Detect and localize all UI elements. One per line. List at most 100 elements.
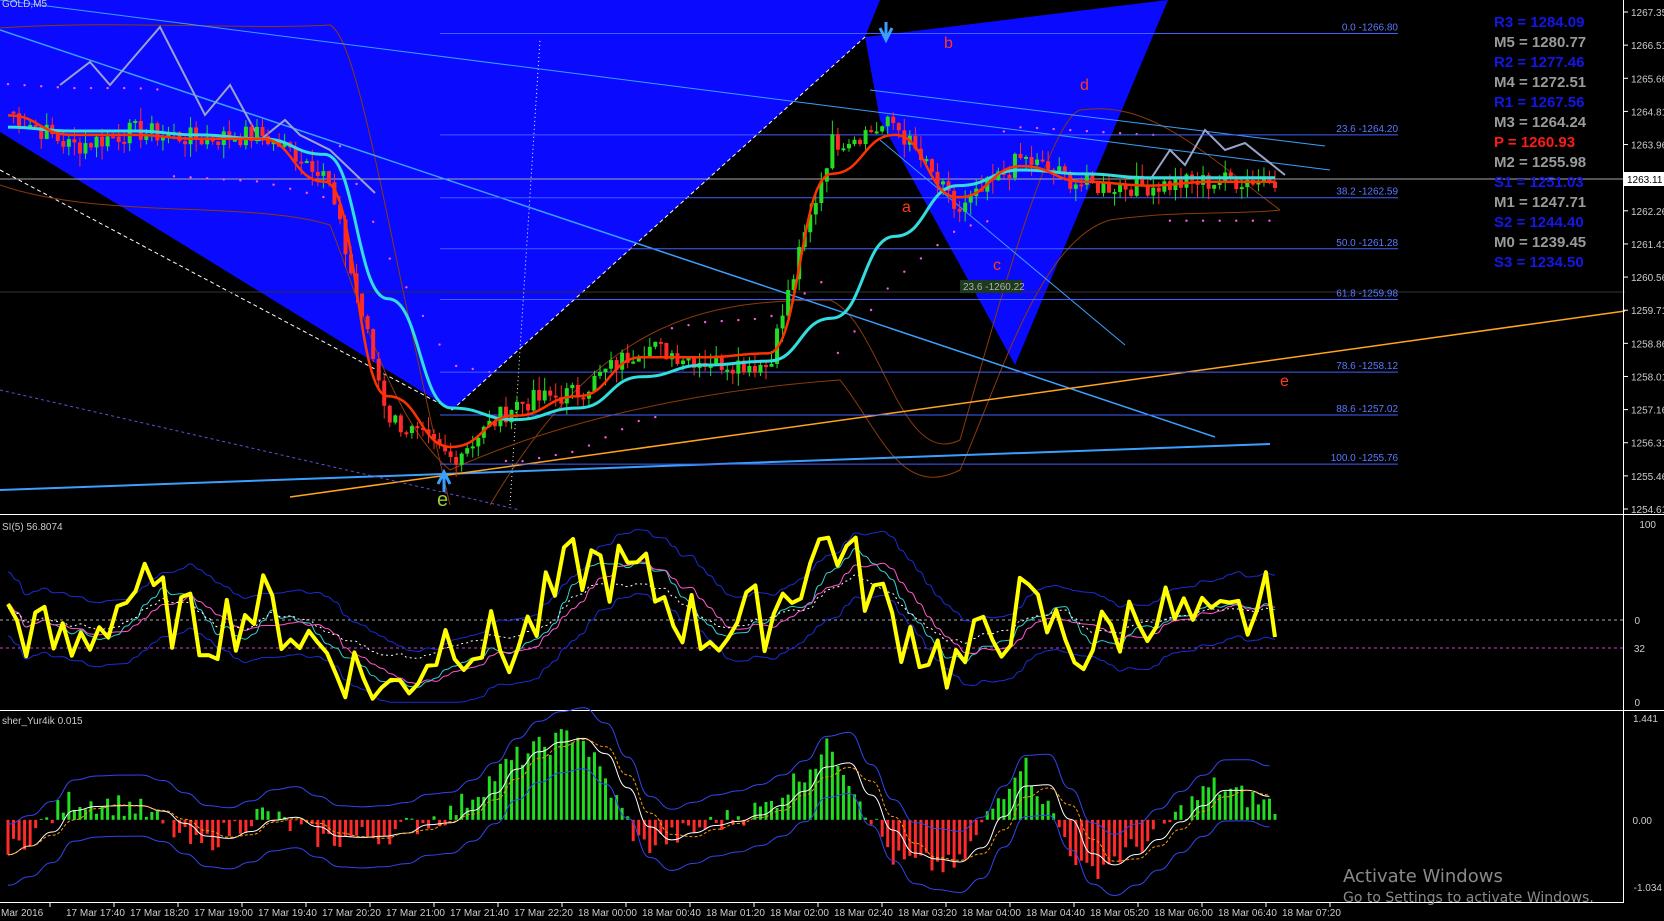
candle-body <box>631 361 636 364</box>
fisher-bar <box>1063 819 1067 837</box>
fisher-bar <box>1046 800 1050 820</box>
fisher-bar <box>426 819 430 829</box>
time-tick-label: Mar 2016 <box>1 908 44 919</box>
symbol-label: GOLD,M5 <box>2 0 47 10</box>
fisher-bar <box>1234 787 1238 820</box>
fisher-bar <box>891 819 895 865</box>
fib-level-label: 23.6 -1264.20 <box>1336 124 1398 135</box>
fisher-bar <box>432 816 436 820</box>
sar-dot <box>521 459 524 463</box>
sar-dot <box>1035 126 1039 130</box>
time-tick-label: 17 Mar 21:40 <box>450 908 509 919</box>
fisher-bar <box>299 819 303 825</box>
candle-body <box>1118 185 1123 193</box>
candle-body <box>476 437 481 447</box>
candle-body <box>238 139 243 146</box>
candle-body <box>1112 192 1117 195</box>
pivot-level: R3 = 1284.09 <box>1494 14 1585 31</box>
fisher-bar <box>996 798 1000 820</box>
rsi-panel-label: SI(5) 56.8074 <box>2 522 63 533</box>
price-tick-label: 1266.51 <box>1631 41 1664 52</box>
fisher-bar <box>106 798 110 820</box>
candle-body <box>780 315 785 329</box>
candle-body <box>365 316 370 330</box>
watermark-subtitle: Go to Settings to activate Windows. <box>1343 890 1594 906</box>
fisher-bar <box>189 819 193 844</box>
sar-dot <box>820 281 823 284</box>
sar-dot <box>454 364 458 368</box>
fisher-bar <box>725 810 729 820</box>
candle-body <box>122 141 127 144</box>
fisher-bar <box>1074 819 1078 866</box>
fisher-bar <box>1085 819 1089 863</box>
sar-dot <box>39 85 43 88</box>
chart-canvas[interactable]: 0.0 -1266.80 23.6 -1264.20 38.2 -1262.59 50… <box>0 0 1664 921</box>
pivot-level: M3 = 1264.24 <box>1494 114 1587 131</box>
fisher-bar <box>515 746 519 820</box>
sar-dot <box>222 178 225 181</box>
fisher-bar <box>294 819 298 821</box>
fisher-bar <box>1030 785 1034 820</box>
candle-body <box>1046 161 1051 170</box>
candle-body <box>116 136 121 142</box>
candle-body <box>658 341 663 344</box>
sar-dot <box>1102 130 1105 134</box>
price-tick-label: 1259.71 <box>1631 306 1664 317</box>
candle-body <box>647 346 652 357</box>
sar-dot <box>1019 126 1022 129</box>
price-tick-label: 1257.16 <box>1631 406 1664 417</box>
time-tick-label: 18 Mar 06:00 <box>1154 908 1213 919</box>
sar-dot <box>156 88 159 91</box>
pivot-level: M5 = 1280.77 <box>1494 34 1587 51</box>
price-tick-label: 1254.61 <box>1631 505 1664 516</box>
fisher-bar <box>266 811 270 820</box>
candle-body <box>409 426 414 434</box>
sar-dot <box>1185 219 1188 222</box>
fisher-bar <box>587 756 591 820</box>
sar-dot <box>952 230 956 234</box>
fisher-bar <box>255 808 259 820</box>
sar-dot <box>1052 127 1055 131</box>
candle-body <box>393 415 398 423</box>
sar-dot <box>388 257 391 260</box>
candle-body <box>1217 182 1222 185</box>
fib-level-label: 0.0 -1266.80 <box>1342 22 1399 33</box>
candle-body <box>896 123 901 131</box>
fisher-bar <box>150 812 154 820</box>
fisher-bar <box>509 760 513 820</box>
candle-body <box>598 371 603 376</box>
fisher-bar <box>465 807 469 820</box>
sar-dot <box>288 187 292 190</box>
fisher-bar <box>233 819 237 822</box>
wave-label-a: a <box>902 199 911 216</box>
sar-dot <box>1069 128 1072 132</box>
sar-dot <box>338 144 342 148</box>
candle-body <box>105 136 110 147</box>
fisher-bar <box>736 816 740 820</box>
candle-body <box>1018 153 1023 159</box>
sar-dot <box>654 415 657 419</box>
fisher-bar <box>1140 819 1144 853</box>
candle-body <box>1062 166 1067 173</box>
fisher-bar <box>471 799 475 820</box>
fisher-bar <box>1273 814 1277 820</box>
candle-body <box>216 141 221 145</box>
candle-body <box>1029 156 1034 165</box>
fisher-bar <box>521 764 525 820</box>
time-tick-label: 17 Mar 17:40 <box>66 908 125 919</box>
fisher-bar <box>78 806 82 820</box>
candle-body <box>952 190 957 209</box>
candle-body <box>553 395 558 398</box>
candle-body <box>813 203 818 215</box>
sar-dot <box>853 330 856 333</box>
candle-body <box>1162 181 1167 192</box>
fisher-bar <box>1057 819 1061 828</box>
rsi-tick-32: 32 <box>1634 644 1646 655</box>
sar-dot <box>89 86 93 90</box>
sar-dot <box>6 82 10 86</box>
fisher-bar <box>139 798 143 820</box>
fisher-bar <box>50 819 54 824</box>
sar-dot <box>554 453 557 457</box>
price-tick-label: 1265.66 <box>1631 74 1664 85</box>
fisher-bar <box>526 753 530 820</box>
